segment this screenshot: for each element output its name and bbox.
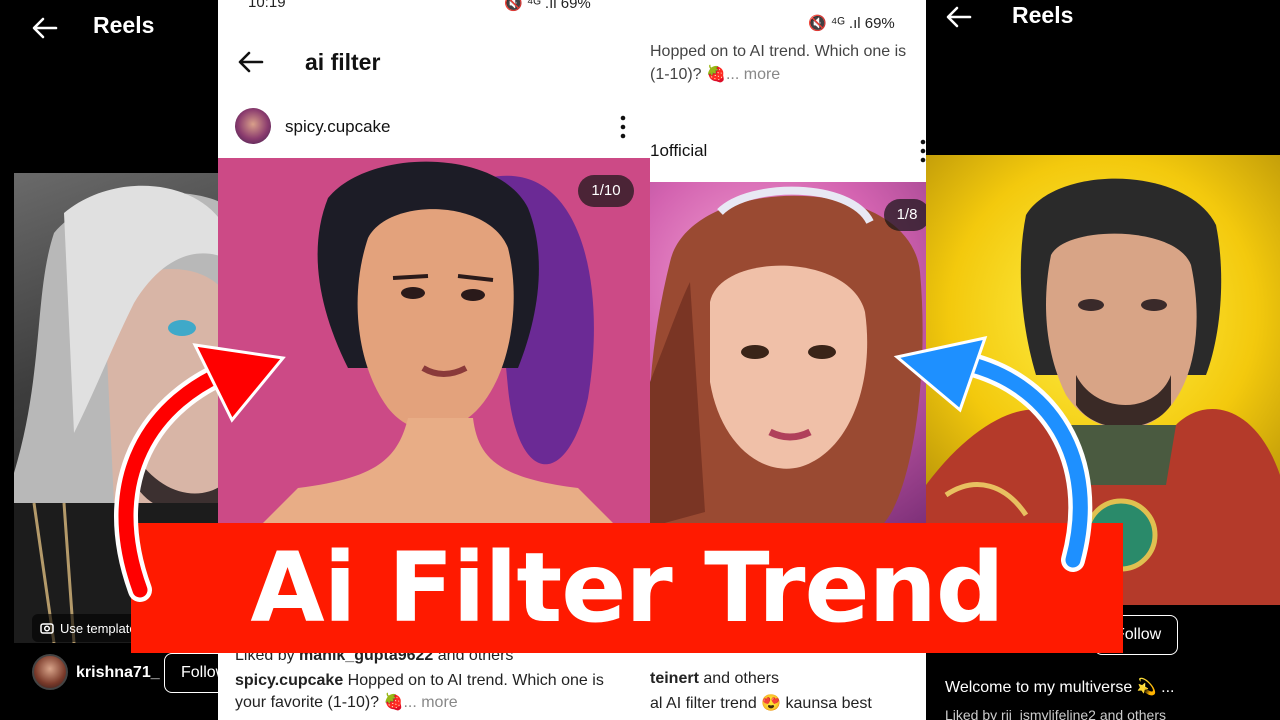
liked-by-text: teinert and others: [650, 670, 779, 688]
post-media-art: [650, 186, 923, 527]
liked-user[interactable]: teinert: [650, 670, 699, 687]
back-arrow-icon[interactable]: [236, 48, 266, 76]
post-caption: al AI filter trend 😍 kaunsa best: [650, 695, 872, 712]
status-indicators: 🔇 ⁴ᴳ .ıl 69%: [808, 14, 895, 32]
post-media[interactable]: [650, 182, 926, 527]
follow-button[interactable]: Follow: [164, 653, 222, 693]
use-template-button[interactable]: Use template: [32, 614, 145, 642]
reel-caption: Welcome to my multiverse 💫 ...: [945, 679, 1175, 696]
avatar[interactable]: [235, 108, 271, 144]
battery-level: 69%: [864, 15, 895, 32]
back-arrow-icon[interactable]: [944, 3, 974, 31]
liked-by-text: Liked by rii_ismylifeline2 and others: [945, 707, 1166, 720]
search-query-title: ai filter: [305, 49, 381, 75]
back-arrow-icon[interactable]: [30, 14, 60, 42]
media-counter: 1/8: [884, 199, 926, 231]
battery-level: 69%: [560, 0, 591, 12]
avatar[interactable]: [32, 654, 68, 690]
signal-icon: 🔇 ⁴ᴳ .ıl: [808, 15, 865, 32]
liked-suffix: and others: [703, 670, 779, 687]
post-media[interactable]: [218, 158, 650, 528]
use-template-label: Use template: [60, 620, 137, 636]
page-title: Reels: [93, 12, 155, 38]
more-vert-icon[interactable]: [916, 138, 926, 164]
status-indicators: 🔇 ⁴ᴳ .ıl 69%: [504, 0, 591, 12]
title-banner: Ai Filter Trend: [131, 523, 1123, 653]
media-counter: 1/10: [578, 175, 634, 207]
signal-icon: 🔇 ⁴ᴳ .ıl: [504, 0, 561, 12]
post-username[interactable]: 1official: [650, 141, 707, 161]
post-username[interactable]: spicy.cupcake: [285, 117, 391, 137]
caption-more[interactable]: ... more: [403, 694, 457, 711]
post-caption: spicy.cupcake Hopped on to AI trend. Whi…: [235, 670, 635, 714]
post-caption-top: Hopped on to AI trend. Which one is (1-1…: [650, 40, 926, 86]
banner-text: Ai Filter Trend: [250, 532, 1004, 644]
page-title: Reels: [1012, 2, 1074, 28]
more-vert-icon[interactable]: [616, 114, 630, 140]
caption-more[interactable]: ... more: [726, 66, 780, 83]
camera-icon: [40, 623, 54, 634]
caption-user[interactable]: spicy.cupcake: [235, 672, 343, 689]
username[interactable]: krishna71_: [76, 664, 160, 682]
status-time: 10:19: [248, 0, 286, 11]
post-media-art: [218, 158, 650, 528]
